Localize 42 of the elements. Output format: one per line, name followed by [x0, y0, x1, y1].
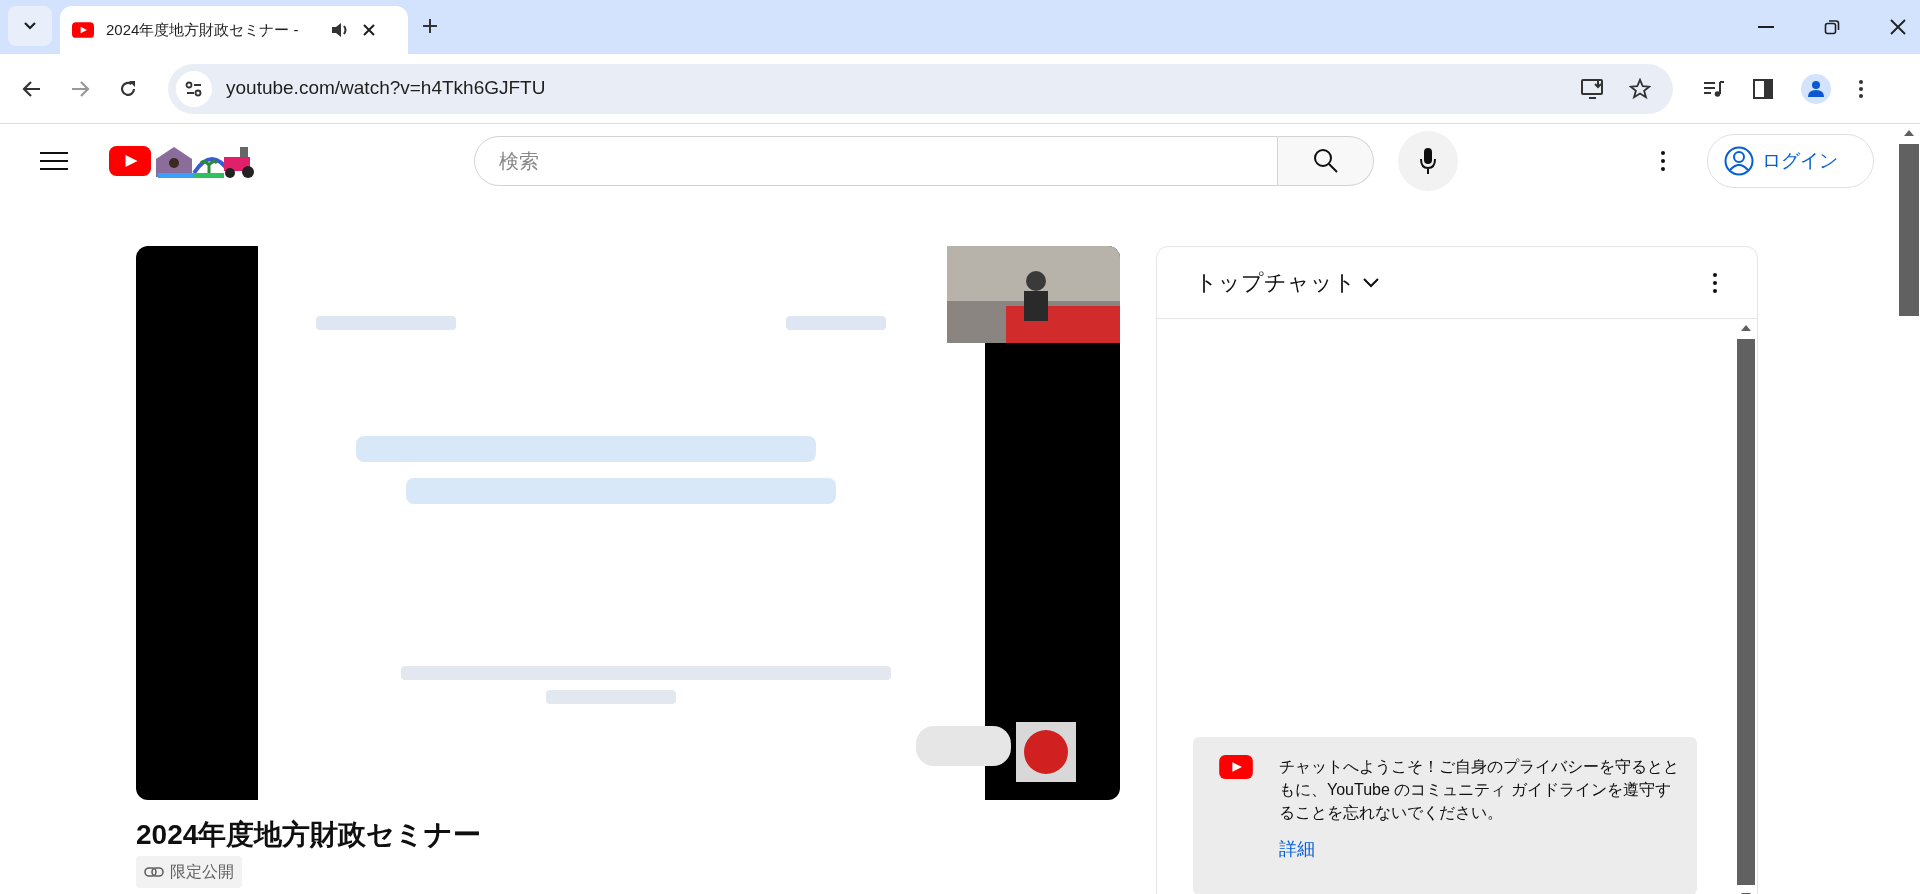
back-icon[interactable]	[22, 79, 42, 98]
chat-mode-dropdown[interactable]: トップチャット	[1195, 266, 1380, 299]
search-icon	[1312, 148, 1339, 174]
scroll-up-icon[interactable]	[1741, 325, 1751, 331]
close-icon[interactable]	[362, 23, 376, 37]
search-field[interactable]: 検索	[474, 136, 1278, 186]
youtube-icon	[1219, 755, 1253, 779]
youtube-logo-icon	[108, 146, 152, 176]
microphone-icon	[1419, 147, 1437, 175]
address-bar[interactable]: youtube.com/watch?v=h4Tkh6GJFTU	[168, 63, 1673, 114]
menu-icon[interactable]	[40, 151, 68, 171]
chevron-down-icon	[1362, 276, 1380, 289]
close-window-icon[interactable]	[1890, 19, 1906, 35]
restore-icon[interactable]	[1824, 19, 1840, 35]
scroll-up-icon[interactable]	[1904, 130, 1914, 136]
welcome-message: チャットへようこそ！ご自身のプライバシーを守るとともに、YouTube のコミュニティ ガイドラインを遵守することを忘れないでください。	[1279, 757, 1679, 823]
link-icon	[144, 866, 164, 878]
youtube-favicon-icon	[72, 22, 94, 38]
site-settings-icon[interactable]	[185, 80, 203, 97]
url-text: youtube.com/watch?v=h4Tkh6GJFTU	[226, 76, 546, 101]
more-icon[interactable]	[1859, 79, 1863, 98]
details-link[interactable]: 詳細	[1279, 836, 1315, 863]
search-button[interactable]	[1278, 136, 1374, 186]
scrollbar-thumb[interactable]	[1899, 144, 1919, 316]
scrollbar-thumb[interactable]	[1737, 339, 1755, 885]
forward-icon[interactable]	[70, 79, 90, 98]
more-icon[interactable]	[1661, 151, 1665, 171]
visibility-label: 限定公開	[170, 862, 234, 882]
reload-icon[interactable]	[118, 78, 138, 99]
side-panel-icon[interactable]	[1753, 78, 1773, 99]
account-icon	[1724, 146, 1754, 176]
new-tab-icon[interactable]	[422, 18, 438, 34]
person-icon	[1807, 79, 1825, 98]
browser-tab[interactable]: 2024年度地方財政セミナー -	[60, 6, 408, 54]
media-controls-icon[interactable]	[1703, 79, 1725, 98]
install-app-icon[interactable]	[1581, 77, 1605, 100]
star-icon[interactable]	[1629, 77, 1651, 100]
video-title: 2024年度地方財政セミナー	[136, 818, 483, 852]
profile-avatar[interactable]	[1801, 73, 1831, 104]
tab-title: 2024年度地方財政セミナー -	[106, 19, 300, 40]
chevron-down-icon	[23, 21, 37, 31]
more-icon[interactable]	[1713, 272, 1717, 293]
